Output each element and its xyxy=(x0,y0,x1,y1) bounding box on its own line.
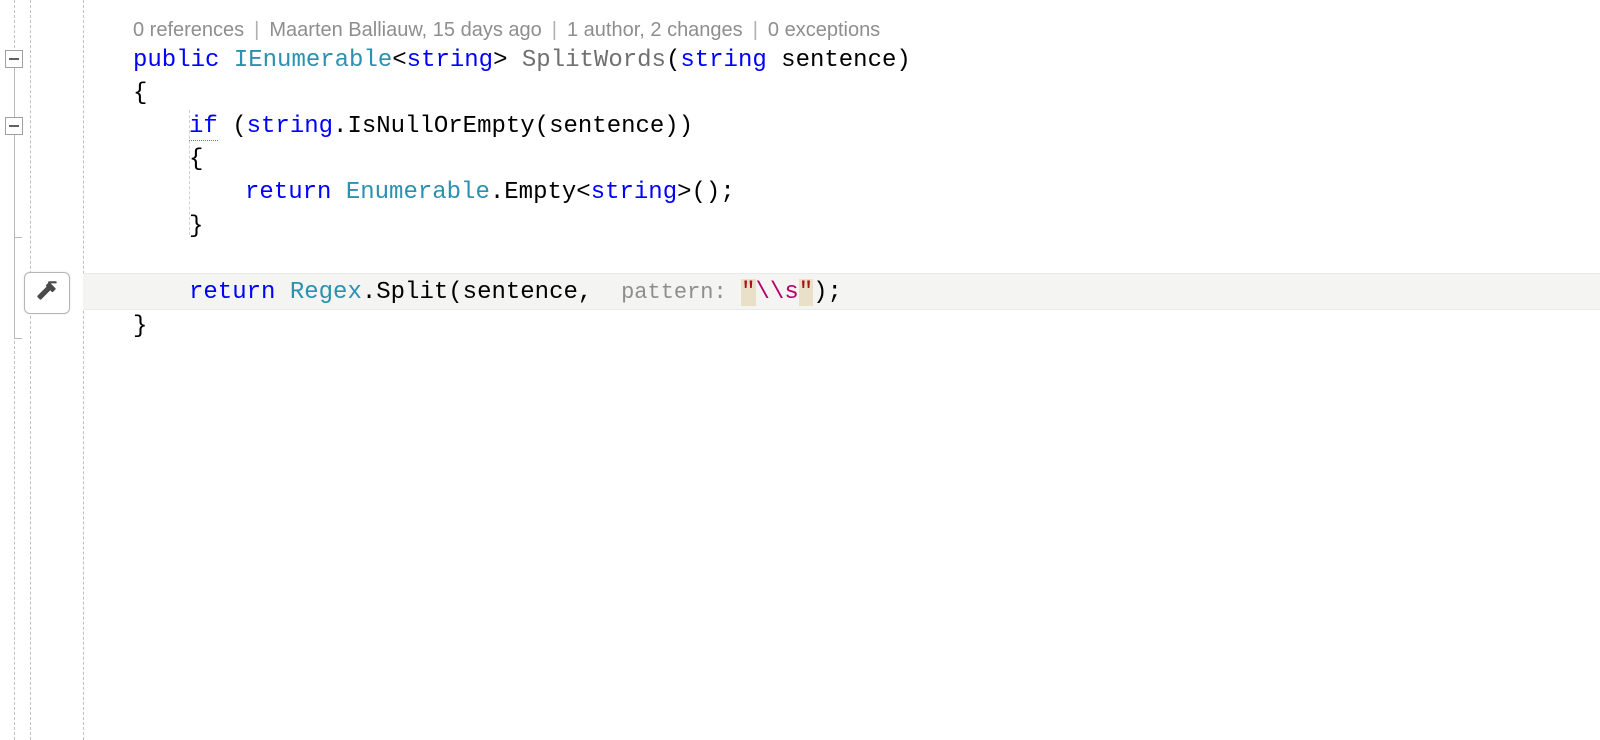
gutter xyxy=(0,0,83,740)
codelens-blame[interactable]: Maarten Balliauw, 15 days ago xyxy=(269,14,541,47)
codelens-exceptions[interactable]: 0 exceptions xyxy=(768,14,880,47)
inlay-hint-pattern: pattern: xyxy=(621,280,727,305)
paren-open: ( xyxy=(218,113,247,140)
brace-close: } xyxy=(133,313,147,340)
codelens-authors[interactable]: 1 author, 2 changes xyxy=(567,14,743,47)
type-enumerable: Enumerable xyxy=(346,179,490,206)
space xyxy=(275,279,289,306)
keyword-return: return xyxy=(245,179,331,206)
string-escape: \\s xyxy=(756,279,799,306)
space xyxy=(331,179,345,206)
keyword-public: public xyxy=(133,47,219,74)
codelens-separator: | xyxy=(552,14,557,47)
brace-close: } xyxy=(189,213,203,240)
space xyxy=(508,47,522,74)
code-line[interactable]: return Regex.Split(sentence, pattern: "\… xyxy=(83,276,1600,309)
code-line[interactable]: return Enumerable.Empty<string>(); xyxy=(83,176,1600,209)
paren-open: ( xyxy=(666,47,680,74)
paren-close: ) xyxy=(896,47,910,74)
keyword-string: string xyxy=(680,47,766,74)
keyword-return: return xyxy=(189,279,275,306)
keyword-string: string xyxy=(407,47,493,74)
tail: ); xyxy=(813,279,842,306)
keyword-string: string xyxy=(591,179,677,206)
space xyxy=(219,47,233,74)
brace-open: { xyxy=(133,80,147,107)
code-line-blank[interactable] xyxy=(83,243,1600,276)
codelens-bar: 0 references | Maarten Balliauw, 15 days… xyxy=(133,14,880,47)
dot-empty: .Empty< xyxy=(490,179,591,206)
fold-guide-cap xyxy=(14,237,22,238)
fold-toggle-method[interactable] xyxy=(5,50,23,68)
code-line[interactable]: } xyxy=(83,310,1600,343)
codelens-separator: | xyxy=(753,14,758,47)
fold-guide xyxy=(14,135,15,237)
code-line[interactable]: public IEnumerable<string> SplitWords(st… xyxy=(83,44,1600,77)
angle-close: > xyxy=(493,47,507,74)
space xyxy=(727,279,741,306)
param-name: sentence xyxy=(767,47,897,74)
hammer-icon xyxy=(34,278,60,309)
code-area[interactable]: 0 references | Maarten Balliauw, 15 days… xyxy=(83,0,1600,740)
fold-toggle-if[interactable] xyxy=(5,117,23,135)
type-ienumerable: IEnumerable xyxy=(234,47,392,74)
keyword-if: if xyxy=(189,113,218,141)
quick-action-button[interactable] xyxy=(24,272,70,314)
outline-guide xyxy=(30,0,31,740)
method-call: .Split(sentence, xyxy=(362,279,621,306)
codelens-separator: | xyxy=(254,14,259,47)
type-regex: Regex xyxy=(290,279,362,306)
angle-open: < xyxy=(392,47,406,74)
code-line[interactable]: } xyxy=(83,210,1600,243)
fold-guide-cap xyxy=(14,338,22,339)
tail: >(); xyxy=(677,179,735,206)
codelens-references[interactable]: 0 references xyxy=(133,14,244,47)
string-quote-close: " xyxy=(799,279,813,306)
string-quote-open: " xyxy=(741,279,755,306)
keyword-string: string xyxy=(247,113,333,140)
brace-open: { xyxy=(189,146,203,173)
code-line[interactable]: { xyxy=(83,143,1600,176)
code-editor[interactable]: 0 references | Maarten Balliauw, 15 days… xyxy=(0,0,1600,740)
code-line[interactable]: { xyxy=(83,77,1600,110)
method-name: SplitWords xyxy=(522,47,666,74)
method-call: .IsNullOrEmpty(sentence)) xyxy=(333,113,693,140)
code-line[interactable]: if (string.IsNullOrEmpty(sentence)) xyxy=(83,110,1600,143)
